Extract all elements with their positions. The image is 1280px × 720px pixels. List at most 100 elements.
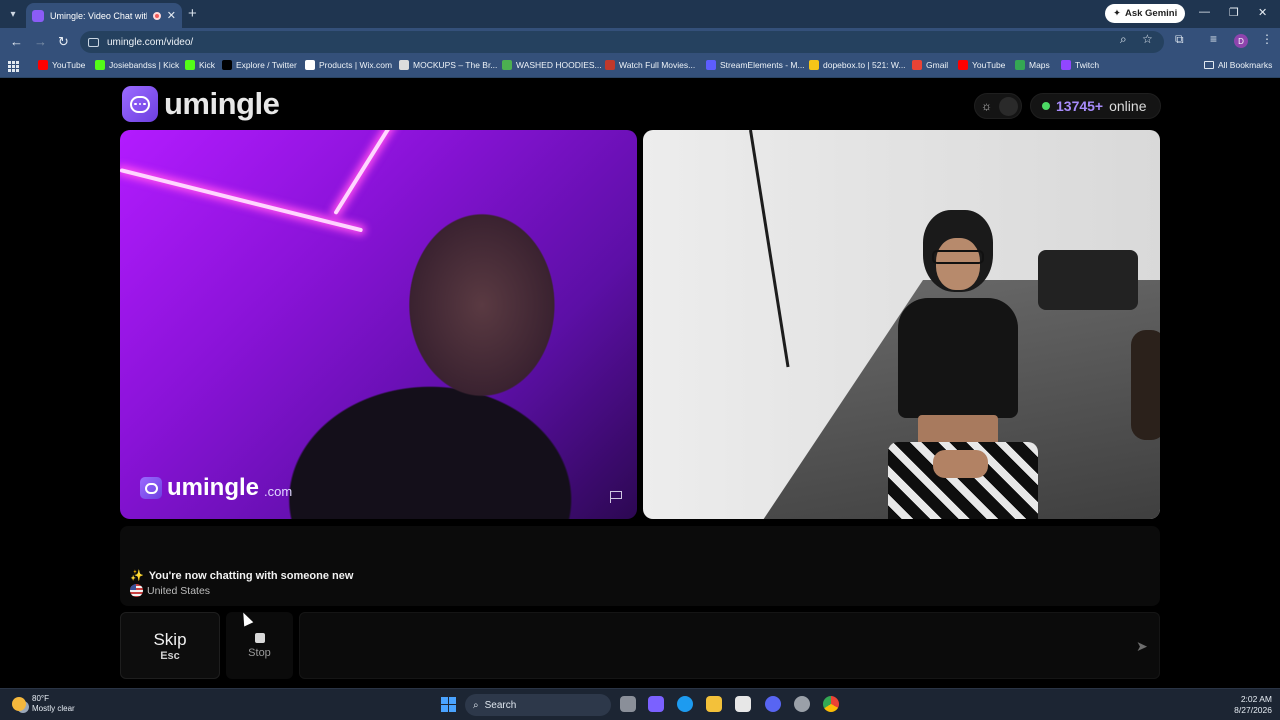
umingle-watermark: umingle .com <box>140 474 292 502</box>
bookmark-label: StreamElements - M... <box>720 60 805 70</box>
browser-tab-strip: ▾ Umingle: Video Chat with S ✕ + ✦ Ask G… <box>0 0 1280 28</box>
bookmark-label: Kick <box>199 60 216 70</box>
bookmark-favicon-icon <box>809 60 819 70</box>
bookmark-favicon-icon <box>399 60 409 70</box>
bookmark-label: Watch Full Movies... <box>619 60 696 70</box>
stop-label: Stop <box>248 646 271 659</box>
recording-indicator-icon <box>152 11 161 20</box>
bookmark-favicon-icon <box>1061 60 1071 70</box>
profile-avatar[interactable]: D <box>1234 34 1248 48</box>
toggle-knob <box>999 97 1018 116</box>
edge-icon[interactable] <box>677 696 693 712</box>
apps-grid-icon[interactable] <box>8 61 19 72</box>
windows-start-icon[interactable] <box>441 697 456 712</box>
bookmark-item[interactable]: Watch Full Movies... <box>605 60 695 70</box>
all-bookmarks-button[interactable]: All Bookmarks <box>1204 60 1272 70</box>
bookmark-star-icon[interactable]: ☆ <box>1142 32 1153 46</box>
all-bookmarks-label: All Bookmarks <box>1218 60 1273 70</box>
microsoft-store-icon[interactable] <box>735 696 751 712</box>
bookmark-favicon-icon <box>502 60 512 70</box>
settings-app-icon[interactable] <box>794 696 810 712</box>
tab-search-icon[interactable]: ▾ <box>0 0 26 28</box>
report-flag-icon[interactable] <box>610 491 623 503</box>
neon-light-strip <box>333 130 417 216</box>
stop-button[interactable]: Stop <box>226 612 293 679</box>
send-icon[interactable]: ➤ <box>1136 638 1148 655</box>
message-input[interactable] <box>299 612 1160 679</box>
bookmark-item[interactable]: Josiebandss | Kick <box>95 60 179 70</box>
country-name: United States <box>147 584 211 597</box>
close-window-icon[interactable]: ✕ <box>1258 6 1267 19</box>
bookmark-favicon-icon <box>912 60 922 70</box>
partner-country: United States <box>130 584 210 597</box>
taskbar-search[interactable]: ⌕ Search <box>465 694 611 716</box>
bookmark-favicon-icon <box>38 60 48 70</box>
file-explorer-icon[interactable] <box>706 696 722 712</box>
bookmark-label: Gmail <box>926 60 949 70</box>
bookmark-label: MOCKUPS – The Br... <box>413 60 498 70</box>
watermark-domain: .com <box>264 484 293 499</box>
minimize-icon[interactable]: — <box>1199 6 1210 18</box>
ask-gemini-button[interactable]: ✦ Ask Gemini <box>1105 4 1186 23</box>
online-dot-icon <box>1042 102 1050 110</box>
bookmark-label: WASHED HOODIES... <box>516 60 602 70</box>
bookmark-favicon-icon <box>185 60 195 70</box>
bookmark-item[interactable]: WASHED HOODIES... <box>502 60 602 70</box>
theme-toggle[interactable]: ☼ <box>974 93 1022 119</box>
logo-text: umingle <box>164 86 280 121</box>
bookmark-item[interactable]: StreamElements - M... <box>706 60 805 70</box>
bookmark-item[interactable]: MOCKUPS – The Br... <box>399 60 497 70</box>
extensions-icon[interactable]: ⧉ <box>1175 32 1184 47</box>
back-icon[interactable]: ← <box>10 34 23 49</box>
media-controls-icon[interactable]: ≡ <box>1210 32 1217 46</box>
browser-tab[interactable]: Umingle: Video Chat with S ✕ <box>26 3 182 28</box>
restore-icon[interactable]: ❐ <box>1229 6 1239 19</box>
bookmark-favicon-icon <box>605 60 615 70</box>
partly-cloudy-icon <box>12 697 26 711</box>
windows-taskbar: 80°F Mostly clear ⌕ Search 2:02 AM 8/27/… <box>0 688 1280 720</box>
bookmark-item[interactable]: Gmail <box>912 60 948 70</box>
neon-light-strip <box>120 168 364 233</box>
bookmark-favicon-icon <box>95 60 105 70</box>
camera-permission-icon[interactable] <box>88 37 99 47</box>
temperature: 80°F <box>32 694 49 703</box>
bookmark-item[interactable]: Maps <box>1015 60 1050 70</box>
menu-icon[interactable]: ⋮ <box>1261 32 1273 46</box>
umingle-logo[interactable]: umingle <box>122 86 280 122</box>
bookmark-item[interactable]: YouTube <box>958 60 1005 70</box>
bookmark-item[interactable]: Products | Wix.com <box>305 60 392 70</box>
stop-icon <box>254 632 265 643</box>
bookmark-label: Explore / Twitter <box>236 60 297 70</box>
bookmarks-bar: YouTube Josiebandss | Kick Kick Explore / T… <box>0 56 1280 78</box>
skip-button[interactable]: Skip Esc <box>120 612 220 679</box>
system-message: ✨ You're now chatting with someone new <box>130 569 353 583</box>
close-tab-icon[interactable]: ✕ <box>167 9 176 22</box>
bookmark-favicon-icon <box>1015 60 1025 70</box>
bookmark-item[interactable]: Kick <box>185 60 215 70</box>
chat-bubble-icon <box>140 477 162 499</box>
reload-icon[interactable]: ↻ <box>58 34 69 50</box>
skip-label: Skip <box>153 629 187 649</box>
chrome-icon[interactable] <box>823 696 839 712</box>
address-bar[interactable]: umingle.com/video/ <box>80 31 1164 53</box>
zoom-icon[interactable]: ⌕ <box>1120 32 1127 47</box>
umingle-favicon-icon <box>32 9 44 22</box>
weather-widget[interactable]: 80°F Mostly clear <box>12 694 75 714</box>
task-view-icon[interactable] <box>620 696 636 712</box>
forward-icon[interactable]: → <box>34 34 47 49</box>
bookmark-item[interactable]: Twitch <box>1061 60 1099 70</box>
online-counter: 13745+ online <box>1030 93 1161 119</box>
system-clock[interactable]: 2:02 AM 8/27/2026 <box>1226 694 1272 716</box>
sparkle-icon: ✦ <box>1113 8 1121 19</box>
new-tab-icon[interactable]: + <box>188 5 197 22</box>
bookmark-label: YouTube <box>972 60 1006 70</box>
copilot-icon[interactable] <box>648 696 664 712</box>
remote-video <box>643 130 1160 519</box>
bookmark-favicon-icon <box>706 60 716 70</box>
weather-description: Mostly clear <box>32 704 75 713</box>
bookmark-item[interactable]: Explore / Twitter <box>222 60 297 70</box>
discord-icon[interactable] <box>765 696 781 712</box>
chat-log: ✨ You're now chatting with someone new U… <box>120 526 1160 606</box>
bookmark-item[interactable]: YouTube <box>38 60 85 70</box>
bookmark-item[interactable]: dopebox.to | 521: W... <box>809 60 906 70</box>
